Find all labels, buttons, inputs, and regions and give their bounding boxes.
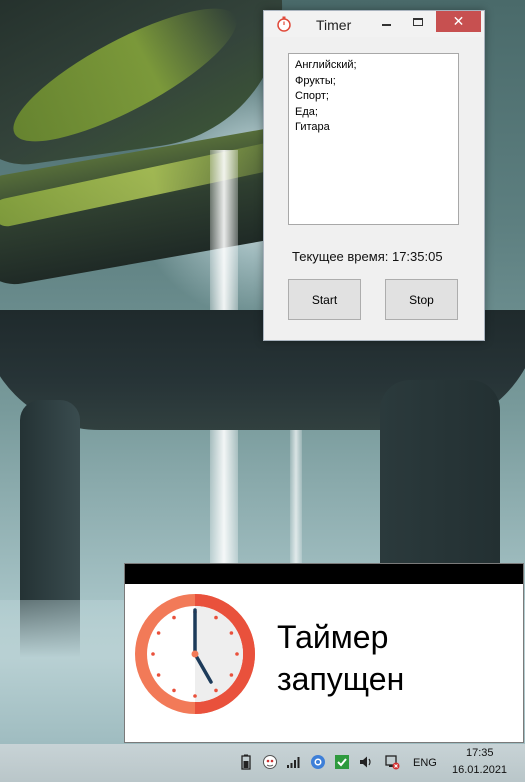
title-bar[interactable]: Timer ✕: [264, 11, 484, 37]
notification-message: Таймер запущен: [277, 616, 404, 700]
topics-listbox[interactable]: Английский; Фрукты; Спорт; Еда; Гитара: [288, 53, 459, 225]
start-button[interactable]: Start: [288, 279, 361, 320]
minimize-button[interactable]: [372, 11, 400, 32]
maximize-icon: [413, 17, 423, 26]
list-item[interactable]: Гитара: [295, 120, 452, 136]
input-language-indicator[interactable]: ENG: [413, 757, 437, 769]
taskbar-clock-date[interactable]: 16.01.2021: [452, 764, 507, 776]
antivirus-icon[interactable]: [262, 754, 278, 770]
close-button[interactable]: ✕: [436, 11, 481, 32]
current-time-label: Текущее время: 17:35:05: [292, 249, 443, 264]
checkmark-icon[interactable]: [334, 754, 350, 770]
taskbar-clock-time[interactable]: 17:35: [466, 747, 494, 759]
browser-icon[interactable]: [310, 754, 326, 770]
maximize-button[interactable]: [404, 11, 432, 32]
clock-icon: [131, 590, 259, 718]
timer-window: Timer ✕ Английский; Фрукты; Спорт; Еда; …: [263, 10, 485, 341]
notification-popup[interactable]: Таймер запущен: [124, 563, 524, 743]
list-item[interactable]: Спорт;: [295, 89, 452, 105]
notification-line-1: Таймер: [277, 619, 389, 655]
stop-button[interactable]: Stop: [385, 279, 458, 320]
list-item[interactable]: Фрукты;: [295, 74, 452, 90]
notification-header-bar: [125, 564, 523, 584]
taskbar: ENG 17:35 16.01.2021: [0, 744, 525, 782]
window-title: Timer: [316, 17, 352, 33]
minimize-icon: [381, 23, 391, 26]
network-icon[interactable]: [384, 754, 400, 770]
volume-icon[interactable]: [358, 754, 374, 770]
close-icon: ✕: [452, 13, 465, 30]
signal-icon[interactable]: [286, 754, 302, 770]
stopwatch-icon: [276, 16, 292, 32]
battery-icon[interactable]: [238, 754, 254, 770]
notification-line-2: запущен: [277, 661, 405, 697]
list-item[interactable]: Еда;: [295, 105, 452, 121]
list-item[interactable]: Английский;: [295, 58, 452, 74]
